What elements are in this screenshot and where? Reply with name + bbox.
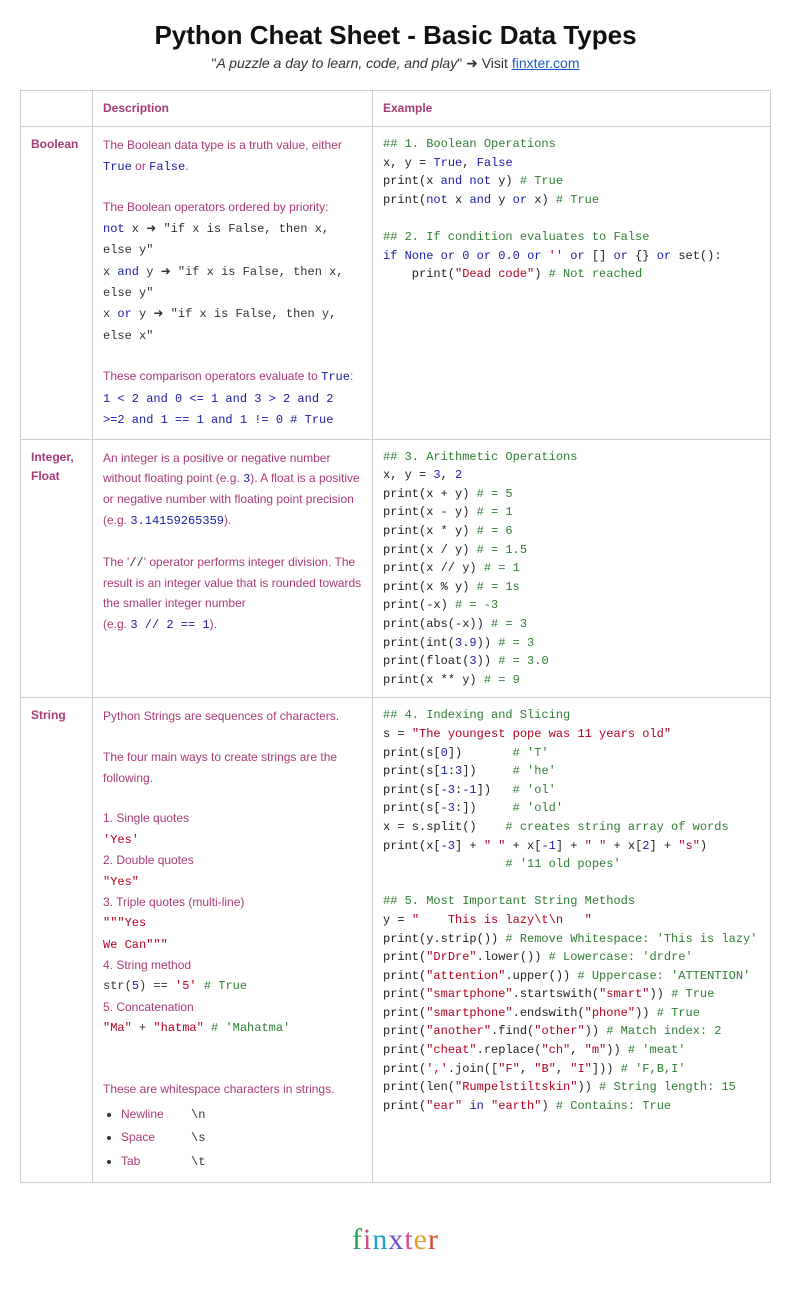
list-item: Tab\t — [121, 1151, 362, 1172]
list-item: Newline\n — [121, 1104, 362, 1125]
rowlabel-string: String — [21, 698, 93, 1183]
code-boolean: ## 1. Boolean Operations x, y = True, Fa… — [383, 135, 760, 284]
page-title: Python Cheat Sheet - Basic Data Types — [20, 20, 771, 51]
rowlabel-intfloat: Integer, Float — [21, 439, 93, 698]
cheat-sheet-table: Description Example Boolean The Boolean … — [20, 90, 771, 1183]
code-string: ## 4. Indexing and Slicing s = "The youn… — [383, 706, 760, 1115]
subtitle-suffix: ➜ Visit — [462, 55, 512, 71]
desc-intfloat: An integer is a positive or negative num… — [93, 439, 373, 698]
subtitle: "A puzzle a day to learn, code, and play… — [20, 55, 771, 72]
row-boolean: Boolean The Boolean data type is a truth… — [21, 127, 771, 439]
code-intfloat: ## 3. Arithmetic Operations x, y = 3, 2 … — [383, 448, 760, 690]
subtitle-quote: A puzzle a day to learn, code, and play — [216, 55, 457, 71]
whitespace-list: Newline\n Space\s Tab\t — [121, 1104, 362, 1172]
desc-boolean: The Boolean data type is a truth value, … — [93, 127, 373, 439]
example-boolean: ## 1. Boolean Operations x, y = True, Fa… — [373, 127, 771, 439]
row-string: String Python Strings are sequences of c… — [21, 698, 771, 1183]
footer-logo: finxter — [20, 1223, 771, 1257]
row-intfloat: Integer, Float An integer is a positive … — [21, 439, 771, 698]
boolean-comp: 1 < 2 and 0 <= 1 and 3 > 2 and 2 >=2 and… — [103, 392, 333, 427]
header-description: Description — [93, 91, 373, 127]
header-example: Example — [373, 91, 771, 127]
header-empty — [21, 91, 93, 127]
list-item: Space\s — [121, 1127, 362, 1148]
visit-link[interactable]: finxter.com — [512, 55, 580, 71]
example-string: ## 4. Indexing and Slicing s = "The youn… — [373, 698, 771, 1183]
rowlabel-boolean: Boolean — [21, 127, 93, 439]
header: Python Cheat Sheet - Basic Data Types "A… — [20, 20, 771, 72]
desc-string: Python Strings are sequences of characte… — [93, 698, 373, 1183]
example-intfloat: ## 3. Arithmetic Operations x, y = 3, 2 … — [373, 439, 771, 698]
